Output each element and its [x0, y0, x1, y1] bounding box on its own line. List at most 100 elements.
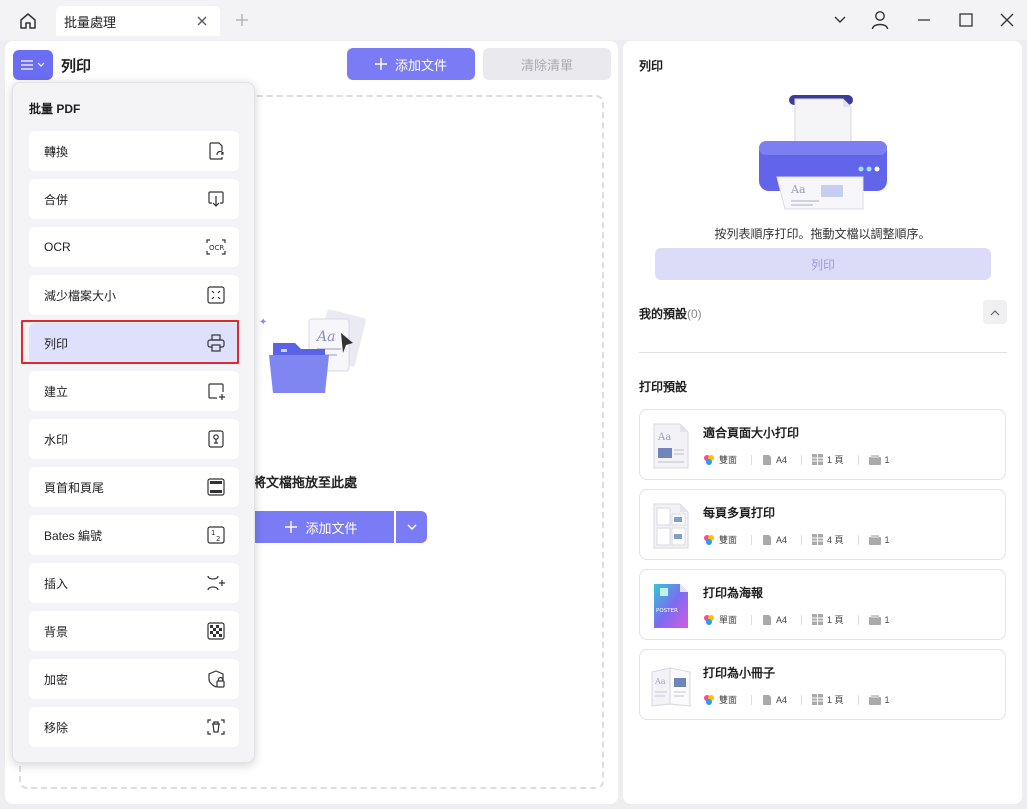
create-icon	[205, 380, 227, 402]
menu-item-label: OCR	[44, 240, 71, 254]
copies-icon	[868, 534, 881, 545]
preset-sides-label: 單面	[719, 615, 738, 625]
maximize-icon	[959, 13, 973, 27]
preset-name: 打印為海報	[703, 586, 764, 600]
copies-icon	[868, 614, 881, 625]
menu-item-watermark[interactable]: 水印	[29, 419, 239, 459]
convert-icon	[205, 140, 227, 162]
menu-item-label: 插入	[44, 576, 69, 591]
dropdown-button[interactable]	[826, 8, 854, 32]
copies-icon	[868, 694, 881, 705]
preset-pages-label: 1 頁	[827, 455, 844, 465]
home-icon	[20, 13, 36, 29]
print-button[interactable]: 列印	[655, 248, 991, 280]
user-icon	[871, 11, 889, 30]
minimize-icon	[918, 19, 930, 21]
preset-card-multi-page[interactable]: 每頁多頁打印 雙面 A4 4 頁 1	[639, 489, 1006, 560]
preset-copies: 1	[868, 454, 890, 465]
plus-icon	[285, 521, 298, 533]
add-file-main-button[interactable]: 添加文件	[249, 511, 394, 543]
add-file-options-button[interactable]	[396, 511, 427, 543]
menu-item-label: 頁首和頁尾	[44, 480, 105, 495]
menu-item-create[interactable]: 建立	[29, 371, 239, 411]
preset-sides: 雙面	[703, 533, 737, 546]
drop-hint: 將文檔拖放至此處	[253, 475, 358, 490]
svg-text:Aa: Aa	[790, 183, 806, 196]
svg-text:2: 2	[216, 535, 220, 543]
my-presets-label: 我的預設(0)	[639, 305, 702, 322]
menu-item-header-footer[interactable]: 頁首和頁尾	[29, 467, 239, 507]
collapse-my-presets-button[interactable]	[983, 300, 1007, 324]
tab-close-button[interactable]	[194, 13, 210, 29]
color-icon	[704, 454, 714, 465]
pages-grid-icon	[812, 454, 824, 465]
menu-item-label: 水印	[44, 432, 69, 447]
preset-card-booklet[interactable]: Aa 打印為小冊子 雙面 A4 1 頁 1	[639, 649, 1006, 720]
printer-illustration: Aa	[759, 95, 887, 210]
meta-separator	[751, 694, 753, 705]
add-file-button[interactable]: 添加文件	[347, 48, 475, 80]
batch-menu: 批量 PDF 轉換 合併 OCR OCR 減少檔案大小 列印 建立 水印 頁首和…	[12, 82, 255, 763]
chevron-up-icon	[990, 309, 1000, 315]
copies-icon	[868, 454, 881, 465]
preset-card-poster[interactable]: POSTER 打印為海報 單面 A4 1 頁 1	[639, 569, 1006, 640]
watermark-icon	[205, 428, 227, 450]
menu-item-compress[interactable]: 減少檔案大小	[29, 275, 239, 315]
meta-separator	[857, 694, 859, 705]
preset-paper: A4	[762, 614, 787, 626]
preset-thumbnail: POSTER	[654, 584, 688, 628]
menu-item-encrypt[interactable]: 加密	[29, 659, 239, 699]
svg-text:1: 1	[211, 529, 215, 537]
preset-pages-label: 1 頁	[827, 615, 844, 625]
menu-item-label: 背景	[44, 624, 69, 639]
preset-meta: 雙面 A4 4 頁 1	[703, 533, 904, 546]
preset-meta: 雙面 A4 1 頁 1	[703, 693, 904, 706]
preset-thumbnail	[653, 503, 689, 549]
print-icon	[205, 332, 227, 354]
panel-title: 列印	[61, 58, 92, 75]
home-button[interactable]	[14, 8, 42, 34]
menu-item-background[interactable]: 背景	[29, 611, 239, 651]
pages-grid-icon	[812, 534, 824, 545]
minimize-button[interactable]	[910, 8, 938, 32]
pages-grid-icon	[812, 694, 824, 705]
my-presets-count: (0)	[687, 307, 702, 321]
menu-item-bates[interactable]: Bates 編號 12	[29, 515, 239, 555]
menu-item-convert[interactable]: 轉換	[29, 131, 239, 171]
title-bar: 批量處理	[0, 0, 1027, 40]
menu-item-merge[interactable]: 合併	[29, 179, 239, 219]
add-file-main-label: 添加文件	[305, 520, 358, 536]
preset-copies-label: 1	[884, 454, 890, 465]
menu-item-insert[interactable]: 插入	[29, 563, 239, 603]
page-icon	[763, 614, 772, 625]
close-window-button[interactable]	[993, 8, 1021, 32]
tab-label: 批量處理	[64, 14, 117, 30]
preset-sides: 雙面	[703, 693, 737, 706]
menu-item-label: 移除	[44, 720, 69, 735]
new-tab-button[interactable]	[232, 10, 252, 30]
preset-card-fit-page[interactable]: Aa 適合頁面大小打印 雙面 A4 1 頁 1	[639, 409, 1006, 480]
maximize-button[interactable]	[952, 8, 980, 32]
print-description: 按列表順序打印。拖動文檔以調整順序。	[714, 227, 931, 241]
page-icon	[763, 454, 772, 465]
preset-sides: 單面	[703, 613, 737, 626]
menu-item-print[interactable]: 列印	[29, 323, 239, 363]
batch-menu-button[interactable]	[13, 50, 53, 80]
meta-separator	[801, 454, 803, 465]
meta-separator	[751, 534, 753, 545]
menu-item-remove[interactable]: 移除	[29, 707, 239, 747]
print-presets-label: 打印預設	[639, 380, 688, 394]
meta-separator	[801, 694, 803, 705]
preset-copies: 1	[868, 534, 890, 545]
my-presets-title: 我的預設	[639, 307, 688, 321]
tab-batch[interactable]: 批量處理	[56, 6, 220, 36]
print-button-label: 列印	[810, 257, 835, 272]
preset-sides-label: 雙面	[719, 455, 738, 465]
meta-separator	[751, 614, 753, 625]
menu-item-ocr[interactable]: OCR OCR	[29, 227, 239, 267]
pages-grid-icon	[812, 614, 824, 625]
meta-separator	[751, 454, 753, 465]
account-button[interactable]	[866, 8, 894, 32]
clear-list-button[interactable]: 清除清單	[483, 48, 611, 80]
svg-text:Aa: Aa	[315, 329, 335, 345]
